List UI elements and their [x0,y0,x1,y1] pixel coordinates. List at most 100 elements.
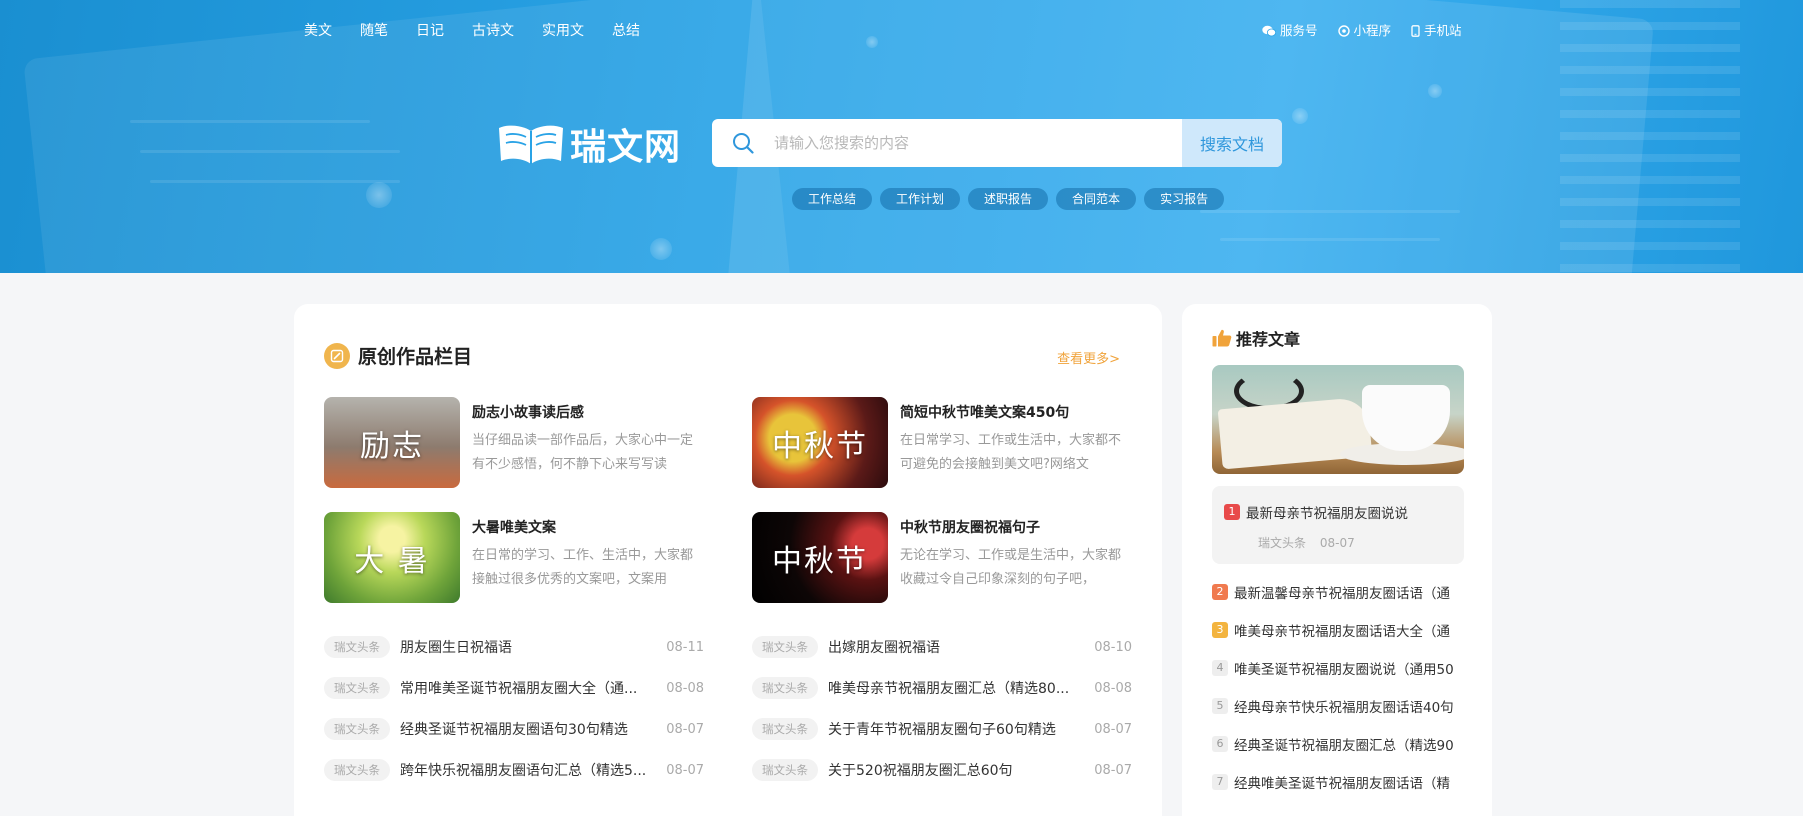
mobile-site-link[interactable]: 手机站 [1411,20,1462,42]
view-more-link[interactable]: 查看更多> [1057,348,1120,367]
list-item[interactable]: 瑞文头条 关于青年节祝福朋友圈句子60句精选 08-07 [752,718,1132,740]
recommended-card: 推荐文章 1 最新母亲节祝福朋友圈说说 瑞文头条 08-07 2 最新温馨母亲节… [1182,304,1492,816]
search-input[interactable] [774,119,1182,167]
site-logo[interactable]: 瑞文网 [496,118,681,170]
article-list-right: 瑞文头条 出嫁朋友圈祝福语 08-10 瑞文头条 唯美母亲节祝福朋友圈汇总（精选… [752,636,1132,800]
source-badge: 瑞文头条 [752,636,818,658]
search-button[interactable]: 搜索文档 [1182,119,1282,167]
list-item[interactable]: 5 经典母亲节快乐祝福朋友圈话语40句 [1212,696,1464,716]
hero-text-line [140,150,400,153]
recommended-item-title[interactable]: 最新温馨母亲节祝福朋友圈话语（通 [1234,582,1450,602]
original-works-card: 原创作品栏目 查看更多> 励志 励志小故事读后感 当仔细品读一部作品后，大家心中… [294,304,1162,816]
article-summary: 在日常的学习、工作、生活中，大家都接触过很多优秀的文案吧，文案用 [472,548,694,587]
tag-gongzuojihua[interactable]: 工作计划 [880,188,961,210]
featured-article[interactable]: 励志 励志小故事读后感 当仔细品读一部作品后，大家心中一定有不少感悟，何不静下心… [324,397,704,489]
list-item-title[interactable]: 关于青年节祝福朋友圈句子60句精选 [828,719,1094,739]
featured-article[interactable]: 中秋节 中秋节朋友圈祝福句子 无论在学习、工作或是生活中，大家都收藏过令自己印象… [752,512,1132,604]
list-item[interactable]: 7 经典唯美圣诞节祝福朋友圈话语（精 [1212,772,1464,792]
hero-text-line [1200,210,1460,213]
article-thumbnail[interactable]: 中秋节 [752,512,888,603]
wechat-icon [1262,25,1276,37]
list-item[interactable]: 2 最新温馨母亲节祝福朋友圈话语（通 [1212,582,1464,602]
list-item[interactable]: 6 经典圣诞节祝福朋友圈汇总（精选90 [1212,734,1464,754]
list-item-title[interactable]: 常用唯美圣诞节祝福朋友圈大全（通... [400,678,666,698]
service-account-label: 服务号 [1280,23,1318,38]
miniprogram-icon [1337,25,1350,37]
hero-banner: 美文 随笔 日记 古诗文 实用文 总结 服务号 小程序 手机站 瑞文网 请输入您… [0,0,1803,273]
top-recommended-item[interactable]: 1 最新母亲节祝福朋友圈说说 瑞文头条 08-07 [1212,486,1464,564]
nav-link-gushiwen[interactable]: 古诗文 [472,20,514,42]
list-item[interactable]: 瑞文头条 常用唯美圣诞节祝福朋友圈大全（通... 08-08 [324,677,704,699]
recommended-list: 2 最新温馨母亲节祝福朋友圈话语（通 3 唯美母亲节祝福朋友圈话语大全（通 4 … [1212,582,1464,810]
list-item[interactable]: 4 唯美圣诞节祝福朋友圈说说（通用50 [1212,658,1464,678]
service-account-link[interactable]: 服务号 [1262,20,1318,42]
hero-bokeh [1292,108,1308,124]
article-title[interactable]: 励志小故事读后感 [472,403,698,423]
recommended-header: 推荐文章 [1212,326,1300,350]
hero-bokeh [1428,84,1442,98]
source-badge: 瑞文头条 [752,718,818,740]
list-item-title[interactable]: 经典圣诞节祝福朋友圈语句30句精选 [400,719,666,739]
recommended-item-title[interactable]: 唯美母亲节祝福朋友圈话语大全（通 [1234,620,1450,640]
hero-text-line [130,120,370,123]
recommended-item-title[interactable]: 经典母亲节快乐祝福朋友圈话语40句 [1234,696,1454,716]
nav-link-zongjie[interactable]: 总结 [612,20,640,42]
list-item-title[interactable]: 出嫁朋友圈祝福语 [828,637,1094,657]
nav-link-meiwen[interactable]: 美文 [304,20,332,42]
featured-article[interactable]: 中秋节 简短中秋节唯美文案450句 在日常学习、工作或生活中，大家都不可避免的会… [752,397,1132,489]
article-thumbnail[interactable]: 励志 [324,397,460,488]
recommended-item-source: 瑞文头条 [1258,536,1307,550]
list-item-date: 08-07 [666,762,704,778]
tag-shixibaogao[interactable]: 实习报告 [1144,188,1225,210]
article-title[interactable]: 中秋节朋友圈祝福句子 [900,518,1126,538]
list-item[interactable]: 瑞文头条 唯美母亲节祝福朋友圈汇总（精选80... 08-08 [752,677,1132,699]
article-summary: 在日常学习、工作或生活中，大家都不可避免的会接触到美文吧?网络文 [900,433,1122,472]
nav-link-shiyongwen[interactable]: 实用文 [542,20,584,42]
hero-bokeh [650,238,672,260]
article-summary: 当仔细品读一部作品后，大家心中一定有不少感悟，何不静下心来写写读 [472,433,694,472]
tag-hetongfanben[interactable]: 合同范本 [1056,188,1137,210]
article-title[interactable]: 大暑唯美文案 [472,518,698,538]
tag-gongzuozongjie[interactable]: 工作总结 [792,188,873,210]
article-thumbnail[interactable]: 中秋节 [752,397,888,488]
nav-link-riji[interactable]: 日记 [416,20,444,42]
edit-icon [324,342,350,369]
source-badge: 瑞文头条 [324,718,390,740]
recommended-image[interactable] [1212,365,1464,474]
source-badge: 瑞文头条 [324,759,390,781]
hot-tags: 工作总结 工作计划 述职报告 合同范本 实习报告 [792,188,1225,210]
mobile-icon [1411,25,1420,37]
article-summary: 无论在学习、工作或是生活中，大家都收藏过令自己印象深刻的句子吧， [900,548,1122,587]
mini-program-link[interactable]: 小程序 [1337,20,1391,42]
list-item-title[interactable]: 跨年快乐祝福朋友圈语句汇总（精选5... [400,760,666,780]
recommended-item-title[interactable]: 经典唯美圣诞节祝福朋友圈话语（精 [1234,772,1450,792]
list-item-title[interactable]: 唯美母亲节祝福朋友圈汇总（精选80... [828,678,1094,698]
list-item-date: 08-07 [1094,721,1132,737]
recommended-item-title[interactable]: 唯美圣诞节祝福朋友圈说说（通用50 [1234,658,1454,678]
list-item[interactable]: 瑞文头条 跨年快乐祝福朋友圈语句汇总（精选5... 08-07 [324,759,704,781]
mobile-site-label: 手机站 [1424,23,1462,38]
recommended-item-date: 08-07 [1319,536,1355,550]
article-thumbnail[interactable]: 大 暑 [324,512,460,603]
search-icon [712,119,774,167]
list-item-date: 08-08 [1094,680,1132,696]
list-item-title[interactable]: 关于520祝福朋友圈汇总60句 [828,760,1094,780]
recommended-item-title[interactable]: 最新母亲节祝福朋友圈说说 [1246,502,1408,522]
rank-number: 7 [1212,774,1228,790]
hero-text-line [1220,238,1440,241]
list-item[interactable]: 瑞文头条 朋友圈生日祝福语 08-11 [324,636,704,658]
list-item[interactable]: 瑞文头条 经典圣诞节祝福朋友圈语句30句精选 08-07 [324,718,704,740]
thumbnail-text: 中秋节 [772,428,868,464]
nav-link-suibi[interactable]: 随笔 [360,20,388,42]
recommended-title: 推荐文章 [1236,330,1301,349]
list-item-title[interactable]: 朋友圈生日祝福语 [400,637,666,657]
featured-article[interactable]: 大 暑 大暑唯美文案 在日常的学习、工作、生活中，大家都接触过很多优秀的文案吧，… [324,512,704,604]
hero-bokeh [866,36,878,48]
list-item[interactable]: 3 唯美母亲节祝福朋友圈话语大全（通 [1212,620,1464,640]
list-item[interactable]: 瑞文头条 关于520祝福朋友圈汇总60句 08-07 [752,759,1132,781]
tag-shuzhibaogao[interactable]: 述职报告 [968,188,1049,210]
hero-text-line [150,180,400,183]
recommended-item-title[interactable]: 经典圣诞节祝福朋友圈汇总（精选90 [1234,734,1454,754]
list-item[interactable]: 瑞文头条 出嫁朋友圈祝福语 08-10 [752,636,1132,658]
article-title[interactable]: 简短中秋节唯美文案450句 [900,403,1126,423]
